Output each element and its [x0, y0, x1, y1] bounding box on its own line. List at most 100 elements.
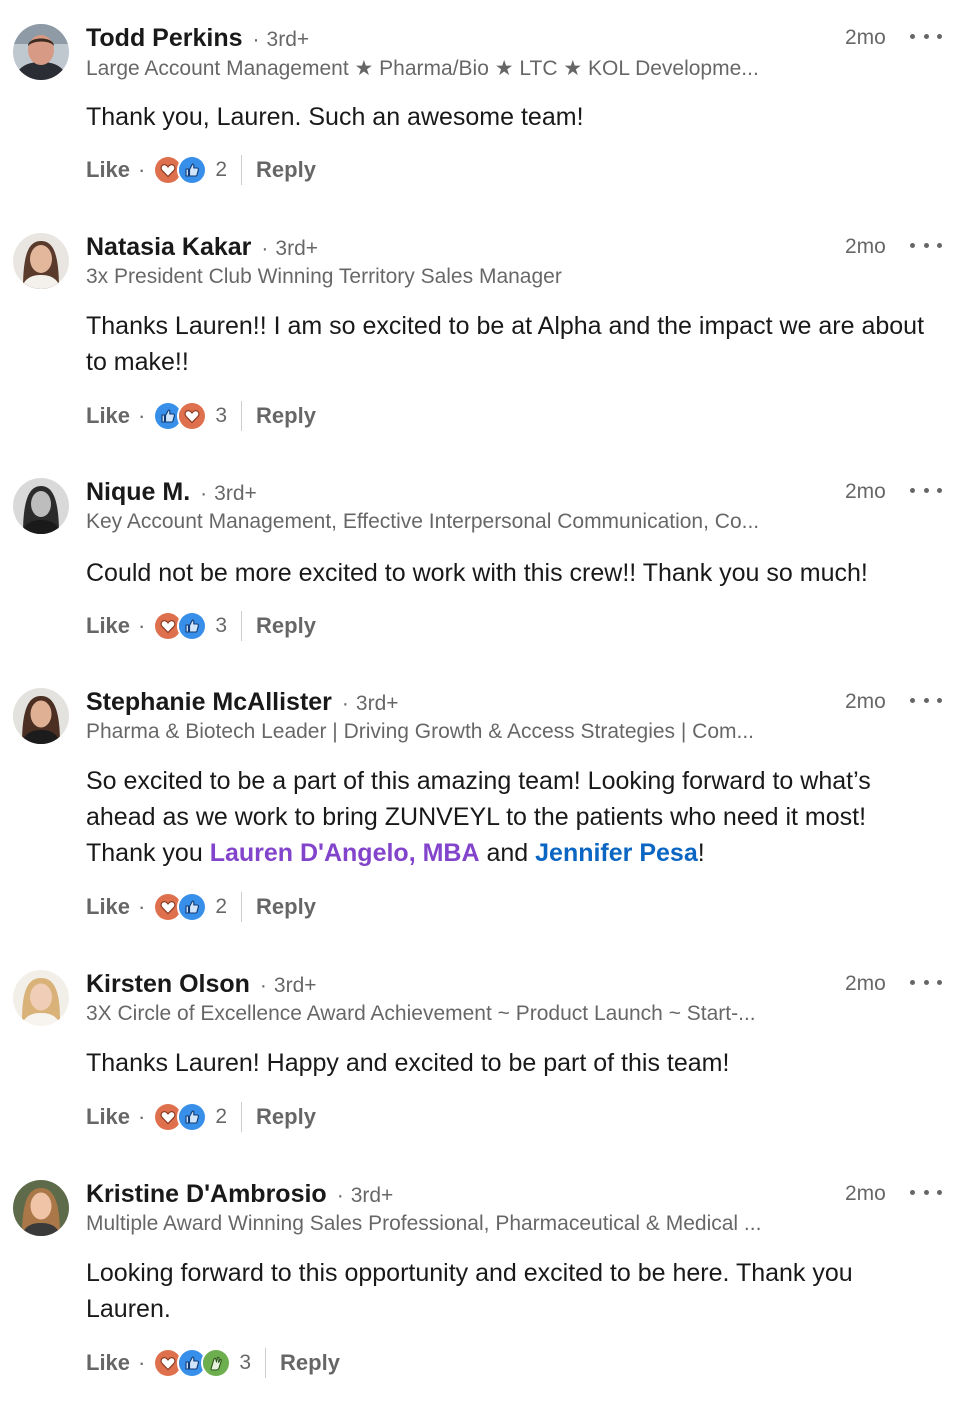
ellipsis-icon: [910, 697, 915, 703]
separator-dot: ·: [138, 894, 146, 919]
like-icon: [177, 155, 208, 185]
more-options-button[interactable]: [910, 233, 942, 257]
author-name[interactable]: Nique M.: [86, 478, 190, 507]
like-button[interactable]: Like: [86, 157, 130, 183]
reactions-summary[interactable]: 3: [153, 611, 227, 641]
comment-text: Thanks Lauren! Happy and excited to be p…: [86, 1049, 730, 1077]
author-name[interactable]: Todd Perkins: [86, 24, 243, 53]
like-button[interactable]: Like: [86, 1104, 130, 1130]
comment-text-middle: and: [479, 839, 536, 867]
separator-dot: ·: [252, 28, 260, 51]
author-name[interactable]: Kirsten Olson: [86, 970, 250, 999]
reaction-count: 2: [215, 895, 228, 918]
reactions-summary[interactable]: 3: [153, 401, 227, 431]
timestamp: 2mo: [845, 235, 886, 258]
avatar[interactable]: [13, 1180, 69, 1236]
avatar[interactable]: [13, 970, 69, 1026]
reactions-summary[interactable]: 2: [153, 892, 227, 922]
separator-dot: ·: [200, 482, 208, 505]
connection-degree: · 3rd+: [337, 1184, 394, 1208]
comment-actions: Like · 2 Reply: [86, 153, 316, 187]
author-headline: Multiple Award Winning Sales Professiona…: [86, 1212, 762, 1235]
separator-dot: ·: [138, 1350, 146, 1375]
like-button[interactable]: Like: [86, 1350, 130, 1376]
like-button[interactable]: Like: [86, 894, 130, 920]
reply-button[interactable]: Reply: [256, 1104, 316, 1130]
connection-degree-label: 3rd+: [266, 28, 310, 51]
avatar[interactable]: [13, 478, 69, 534]
like-button[interactable]: Like: [86, 613, 130, 639]
ellipsis-icon: [910, 1189, 915, 1195]
divider: [241, 155, 243, 185]
reactions-summary[interactable]: 3: [153, 1348, 251, 1378]
connection-degree-label: 3rd+: [273, 974, 317, 997]
reply-button[interactable]: Reply: [256, 613, 316, 639]
author-name[interactable]: Stephanie McAllister: [86, 688, 332, 717]
avatar[interactable]: [13, 233, 69, 289]
reaction-count: 2: [215, 158, 228, 181]
timestamp: 2mo: [845, 690, 886, 713]
connection-degree-label: 3rd+: [355, 692, 399, 715]
reply-button[interactable]: Reply: [280, 1350, 340, 1376]
connection-degree-label: 3rd+: [350, 1184, 394, 1207]
comment-actions: Like · 2 Reply: [86, 890, 316, 924]
reaction-count: 3: [239, 1351, 252, 1374]
separator-dot: ·: [138, 613, 146, 638]
divider: [241, 892, 243, 922]
separator-dot: ·: [259, 974, 267, 997]
divider: [265, 1348, 267, 1378]
reply-button[interactable]: Reply: [256, 894, 316, 920]
timestamp: 2mo: [845, 480, 886, 503]
comment-text: Thank you, Lauren. Such an awesome team!: [86, 103, 584, 131]
connection-degree: · 3rd+: [342, 692, 399, 716]
connection-degree: · 3rd+: [261, 237, 318, 261]
like-icon: [177, 611, 208, 641]
comment-text-end: !: [697, 839, 705, 867]
mention-link[interactable]: Lauren D'Angelo, MBA: [210, 839, 480, 867]
ellipsis-icon: [910, 979, 915, 985]
more-options-button[interactable]: [910, 1180, 942, 1204]
more-options-button[interactable]: [910, 24, 942, 48]
love-icon: [177, 401, 208, 431]
connection-degree: · 3rd+: [260, 974, 317, 998]
mention-link[interactable]: Jennifer Pesa: [535, 839, 698, 867]
reaction-count: 3: [215, 614, 228, 637]
comment-text: Looking forward to this opportunity and …: [86, 1259, 853, 1323]
author-headline: Key Account Management, Effective Interp…: [86, 510, 760, 533]
author-row: Todd Perkins · 3rd+: [86, 24, 309, 54]
author-row: Nique M. · 3rd+: [86, 478, 257, 508]
like-icon: [177, 1102, 208, 1132]
author-name[interactable]: Natasia Kakar: [86, 233, 251, 262]
author-headline: Pharma & Biotech Leader | Driving Growth…: [86, 720, 755, 743]
reactions-summary[interactable]: 2: [153, 155, 227, 185]
comment-text: So excited to be a part of this amazing …: [86, 763, 926, 871]
celebrate-icon: [201, 1348, 232, 1378]
reply-button[interactable]: Reply: [256, 157, 316, 183]
separator-dot: ·: [336, 1184, 344, 1207]
more-options-button[interactable]: [910, 970, 942, 994]
separator-dot: ·: [138, 1104, 146, 1129]
comment-actions: Like · 3 Reply: [86, 399, 316, 433]
reaction-count: 2: [215, 1105, 228, 1128]
connection-degree: · 3rd+: [253, 28, 310, 52]
more-options-button[interactable]: [910, 478, 942, 502]
ellipsis-icon: [910, 242, 915, 248]
reactions-summary[interactable]: 2: [153, 1102, 227, 1132]
separator-dot: ·: [138, 157, 146, 182]
author-headline: Large Account Management ★ Pharma/Bio ★ …: [86, 57, 759, 80]
connection-degree-label: 3rd+: [214, 482, 257, 505]
separator-dot: ·: [138, 403, 146, 428]
more-options-button[interactable]: [910, 688, 942, 712]
comment-actions: Like · 3 Reply: [86, 1346, 340, 1380]
divider: [241, 401, 243, 431]
ellipsis-icon: [910, 487, 915, 493]
reply-button[interactable]: Reply: [256, 403, 316, 429]
reaction-count: 3: [215, 404, 228, 427]
avatar[interactable]: [13, 24, 69, 80]
author-row: Kirsten Olson · 3rd+: [86, 970, 317, 1000]
like-button[interactable]: Like: [86, 403, 130, 429]
author-name[interactable]: Kristine D'Ambrosio: [86, 1180, 327, 1209]
avatar[interactable]: [13, 688, 69, 744]
comment-text: Could not be more excited to work with t…: [86, 559, 868, 587]
timestamp: 2mo: [845, 26, 886, 49]
